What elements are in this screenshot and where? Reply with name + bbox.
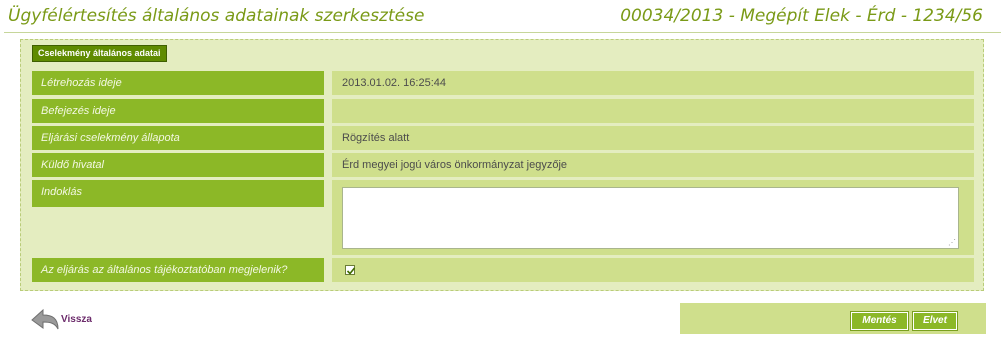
field-row-justification: Indoklás ⋰ bbox=[32, 180, 974, 255]
justification-cell: ⋰ bbox=[332, 180, 974, 255]
page-header: Ügyfélértesítés általános adatainak szer… bbox=[0, 0, 1005, 34]
field-value-sender-office: Érd megyei jogú város önkormányzat jegyz… bbox=[332, 153, 974, 177]
field-label: Eljárási cselekmény állapota bbox=[32, 126, 324, 150]
field-value-status: Rögzítés alatt bbox=[332, 126, 974, 150]
field-label: Indoklás bbox=[32, 180, 324, 207]
action-bar: Mentés Elvet bbox=[680, 303, 986, 334]
field-row-sender-office: Küldő hivatal Érd megyei jogú város önko… bbox=[32, 153, 974, 177]
field-row-finished-at: Befejezés ideje bbox=[32, 99, 974, 123]
fieldset-legend: Cselekmény általános adatai bbox=[32, 45, 167, 62]
field-value-created-at: 2013.01.02. 16:25:44 bbox=[332, 71, 974, 95]
field-label: Létrehozás ideje bbox=[32, 71, 324, 95]
page-title: Ügyfélértesítés általános adatainak szer… bbox=[8, 6, 425, 26]
resize-grip-icon[interactable]: ⋰ bbox=[948, 239, 956, 247]
published-cell bbox=[332, 258, 974, 282]
field-row-status: Eljárási cselekmény állapota Rögzítés al… bbox=[32, 126, 974, 150]
back-arrow-icon bbox=[31, 308, 59, 330]
back-label: Vissza bbox=[61, 314, 92, 325]
discard-button[interactable]: Elvet bbox=[912, 311, 958, 331]
field-label: Befejezés ideje bbox=[32, 99, 324, 123]
case-info: 00034/2013 - Megépít Elek - Érd - 1234/5… bbox=[620, 6, 983, 26]
field-label: Küldő hivatal bbox=[32, 153, 324, 177]
published-checkbox[interactable] bbox=[345, 265, 356, 275]
checkmark-icon bbox=[346, 267, 356, 275]
justification-textarea[interactable]: ⋰ bbox=[342, 187, 959, 249]
field-label: Az eljárás az általános tájékoztatóban m… bbox=[32, 258, 324, 282]
field-row-published: Az eljárás az általános tájékoztatóban m… bbox=[32, 258, 974, 282]
field-row-created-at: Létrehozás ideje 2013.01.02. 16:25:44 bbox=[32, 71, 974, 95]
save-button[interactable]: Mentés bbox=[850, 311, 909, 331]
field-value-finished-at bbox=[332, 99, 974, 123]
header-divider bbox=[4, 32, 1001, 33]
